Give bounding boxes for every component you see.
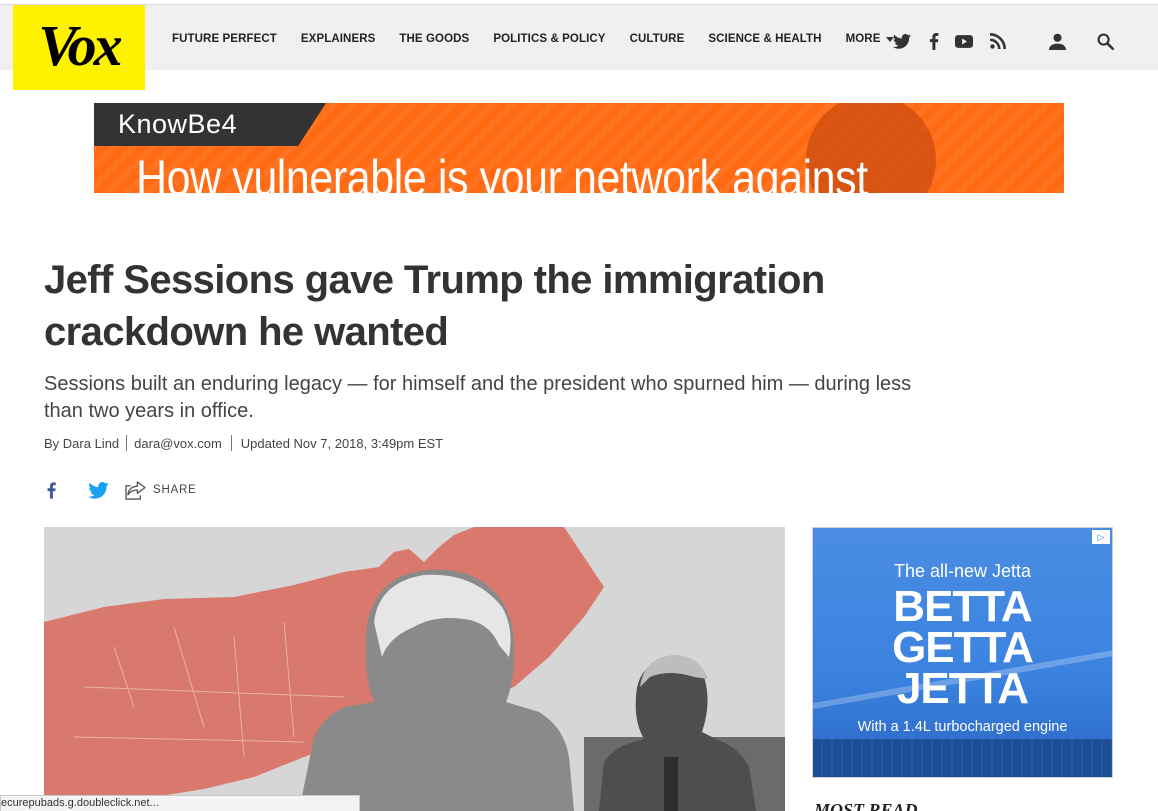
nav-item-future-perfect[interactable]: FUTURE PERFECT xyxy=(172,33,277,45)
side-ad-line-2: GETTA xyxy=(892,623,1034,672)
user-icon xyxy=(1047,31,1067,51)
hero-illustration xyxy=(44,527,785,811)
nav-more-menu[interactable]: MORE xyxy=(846,33,895,45)
search-icon xyxy=(1095,31,1115,51)
youtube-icon xyxy=(954,31,974,51)
nav-item-explainers[interactable]: EXPLAINERS xyxy=(301,33,376,45)
ad-building xyxy=(813,739,1112,777)
byline: By Dara Lind dara@vox.com Updated Nov 7,… xyxy=(44,435,443,451)
byline-divider xyxy=(126,435,128,451)
share-button[interactable]: SHARE xyxy=(124,480,197,500)
author-link[interactable]: By Dara Lind xyxy=(44,436,119,451)
article-dek: Sessions built an enduring legacy — for … xyxy=(44,373,912,422)
youtube-link[interactable] xyxy=(954,31,974,51)
nav-more-label: MORE xyxy=(845,33,881,45)
sidebar-ad[interactable]: ▷ The all-new Jetta BETTA GETTA JETTA Wi… xyxy=(812,527,1113,778)
logo-text: Vox xyxy=(38,13,122,78)
facebook-icon[interactable] xyxy=(44,480,58,500)
side-ad-line-1: BETTA xyxy=(893,582,1032,631)
adchoices-icon[interactable]: ▷ xyxy=(1092,530,1110,544)
author-email-link[interactable]: dara@vox.com xyxy=(134,436,222,451)
side-ad-subline: With a 1.4L turbocharged engine xyxy=(857,719,1068,735)
rss-icon xyxy=(988,31,1008,51)
rss-link[interactable] xyxy=(988,31,1008,51)
updated-timestamp: Updated Nov 7, 2018, 3:49pm EST xyxy=(240,435,444,451)
nav-item-culture[interactable]: CULTURE xyxy=(630,33,685,45)
hero-image xyxy=(44,527,785,811)
ad-brand-box: KnowBe4 xyxy=(94,103,326,146)
share-row: SHARE xyxy=(44,480,197,500)
ad-headline: How vulnerable is your network against xyxy=(136,150,868,193)
nav-item-politics-policy[interactable]: POLITICS & POLICY xyxy=(493,33,605,45)
browser-status-bar: ecurepubads.g.doubleclick.net... xyxy=(0,795,360,811)
ad-brand-name: KnowBe4 xyxy=(118,109,238,139)
nav-item-the-goods[interactable]: THE GOODS xyxy=(399,33,469,45)
share-icon xyxy=(124,480,146,500)
side-ad-line-3: JETTA xyxy=(896,664,1029,713)
site-header: FUTURE PERFECT EXPLAINERS THE GOODS POLI… xyxy=(0,5,1158,70)
main-nav: FUTURE PERFECT EXPLAINERS THE GOODS POLI… xyxy=(172,33,918,45)
side-ad-headline: BETTA GETTA JETTA xyxy=(813,582,1112,713)
facebook-link[interactable] xyxy=(924,31,944,51)
article-headline: Jeff Sessions gave Trump the immigration… xyxy=(44,258,825,354)
facebook-icon xyxy=(924,31,944,51)
search-button[interactable] xyxy=(1095,31,1115,51)
share-label: SHARE xyxy=(153,484,197,496)
top-ad-banner[interactable]: KnowBe4 How vulnerable is your network a… xyxy=(94,103,1064,193)
twitter-icon[interactable] xyxy=(86,480,110,500)
twitter-link[interactable] xyxy=(892,31,912,51)
byline-divider xyxy=(230,435,232,451)
most-read-heading: MOST READ xyxy=(812,800,920,811)
side-ad-tagline: The all-new Jetta xyxy=(893,561,1032,581)
account-button[interactable] xyxy=(1047,31,1067,51)
vox-logo[interactable]: Vox xyxy=(13,5,145,90)
twitter-icon xyxy=(892,31,912,51)
nav-item-science-health[interactable]: SCIENCE & HEALTH xyxy=(708,33,821,45)
